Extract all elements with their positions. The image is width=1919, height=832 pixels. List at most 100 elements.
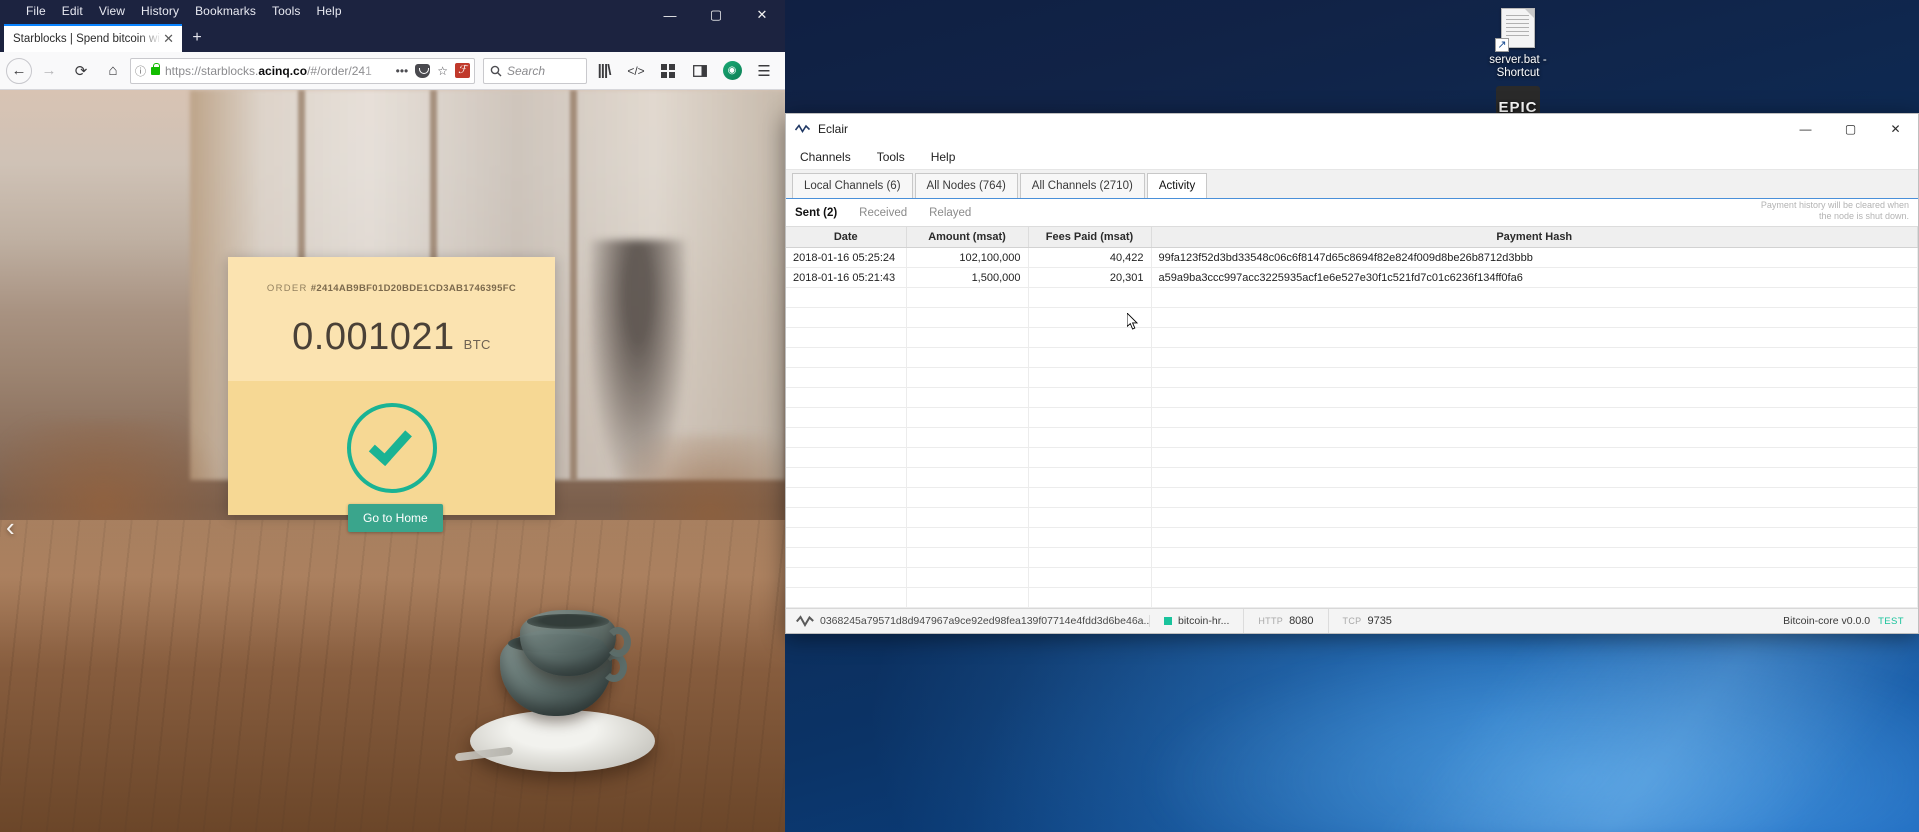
extension-icon[interactable]: ℱ [455, 63, 470, 78]
menu-view[interactable]: View [99, 4, 125, 18]
tab-all-channels[interactable]: All Channels (2710) [1019, 173, 1145, 198]
close-icon[interactable]: ✕ [161, 31, 176, 47]
menu-history[interactable]: History [141, 4, 179, 18]
notice-line-2: the node is shut down. [1818, 211, 1909, 221]
eclair-menu-help[interactable]: Help [931, 150, 956, 164]
eclair-node-icon [796, 615, 814, 627]
status-chain-label: bitcoin-hr... [1178, 615, 1230, 627]
reload-button[interactable]: ⟳ [66, 57, 96, 85]
status-version-group: Bitcoin-core v0.0.0 TEST [1783, 615, 1908, 627]
amount-unit: BTC [463, 337, 491, 352]
desktop-icon-server-bat-shortcut[interactable]: ↗ server.bat - Shortcut [1472, 8, 1564, 80]
go-to-home-button[interactable]: Go to Home [348, 504, 443, 532]
payments-table-wrapper[interactable]: Date Amount (msat) Fees Paid (msat) Paym… [786, 226, 1918, 608]
url-text: https://starblocks.acinq.co/#/order/241 [165, 63, 372, 78]
table-row-empty: . [786, 467, 1918, 488]
table-row-empty: . [786, 287, 1918, 308]
column-header-amount[interactable]: Amount (msat) [906, 226, 1029, 248]
cell-payment-hash: 99fa123f52d3bd33548c06c6f8147d65c8694f82… [1151, 247, 1918, 268]
amount-row: 0.001021 BTC [228, 316, 555, 359]
status-chain: bitcoin-hr... [1150, 608, 1245, 633]
subtab-relayed[interactable]: Relayed [929, 207, 971, 219]
browser-tab-title: Starblocks | Spend bitcoin with LN c [13, 33, 161, 45]
library-icon[interactable]: |||\ [589, 57, 619, 85]
menu-help[interactable]: Help [317, 4, 342, 18]
menu-file[interactable]: File [26, 4, 46, 18]
new-tab-button[interactable]: + [182, 24, 212, 52]
menu-edit[interactable]: Edit [62, 4, 83, 18]
url-bar[interactable]: ⓘ https://starblocks.acinq.co/#/order/24… [130, 57, 475, 84]
eclair-activity-panel: Sent (2) Received Relayed Payment histor… [786, 198, 1918, 633]
app-menu-button[interactable]: ☰ [749, 57, 779, 85]
status-http-port: HTTP 8080 [1244, 608, 1329, 633]
tcp-port-value: 9735 [1367, 615, 1392, 627]
eclair-close-button[interactable]: ✕ [1873, 114, 1918, 144]
page-actions-icon[interactable]: ••• [394, 64, 411, 78]
sidebar-icon[interactable] [685, 57, 715, 85]
column-header-fees[interactable]: Fees Paid (msat) [1028, 226, 1152, 248]
web-page-content: ‹ ORDER #2414AB9BF01D20BDE1CD3AB1746395F… [0, 90, 785, 832]
window-mullion [570, 90, 577, 480]
forward-button[interactable]: → [34, 57, 64, 85]
eclair-maximize-button[interactable]: ▢ [1828, 114, 1873, 144]
status-node-id[interactable]: 0368245a79571d8d947967a9ce92ed98fea139f0… [820, 615, 1150, 627]
desktop-icon-label: server.bat - Shortcut [1489, 54, 1547, 79]
search-icon [490, 65, 502, 76]
table-row[interactable]: 2018-01-16 05:25:24 102,100,000 40,422 9… [786, 247, 1918, 268]
eclair-statusbar: 0368245a79571d8d947967a9ce92ed98fea139f0… [786, 608, 1918, 633]
eclair-menu-channels[interactable]: Channels [800, 150, 851, 164]
bookmark-star-icon[interactable]: ☆ [435, 64, 450, 78]
table-row-empty: . [786, 527, 1918, 548]
browser-tab-starblocks[interactable]: Starblocks | Spend bitcoin with LN c ✕ [4, 24, 182, 52]
subtab-received[interactable]: Received [859, 207, 907, 219]
search-placeholder: Search [507, 63, 546, 78]
menu-bookmarks[interactable]: Bookmarks [195, 4, 256, 18]
table-row-empty: . [786, 567, 1918, 588]
column-header-payment-hash[interactable]: Payment Hash [1151, 226, 1918, 248]
shortcut-arrow-icon: ↗ [1495, 38, 1509, 52]
cell-fees: 40,422 [1028, 247, 1152, 268]
eclair-menubar: Channels Tools Help [786, 144, 1918, 170]
column-header-date[interactable]: Date [786, 226, 907, 248]
order-confirmation-card: ORDER #2414AB9BF01D20BDE1CD3AB1746395FC … [228, 257, 555, 515]
eclair-minimize-button[interactable]: — [1783, 114, 1828, 144]
table-row-empty: . [786, 587, 1918, 608]
tab-activity[interactable]: Activity [1146, 173, 1208, 198]
tcp-label: TCP [1342, 616, 1362, 626]
eclair-menu-tools[interactable]: Tools [877, 150, 905, 164]
table-row-empty: . [786, 447, 1918, 468]
eclair-titlebar[interactable]: Eclair — ▢ ✕ [786, 114, 1918, 144]
cell-amount: 102,100,000 [906, 247, 1029, 268]
menu-tools[interactable]: Tools [272, 4, 301, 18]
saucer-front [470, 710, 655, 772]
browser-navbar: ← → ⟳ ⌂ ⓘ https://starblocks.acinq.co/#/… [0, 52, 785, 90]
back-button[interactable]: ← [6, 57, 32, 84]
cell-fees: 20,301 [1028, 267, 1152, 288]
order-label: ORDER [266, 283, 308, 294]
status-tcp-port: TCP 9735 [1329, 609, 1406, 634]
pocket-icon[interactable] [415, 63, 431, 78]
tab-all-nodes[interactable]: All Nodes (764) [914, 173, 1018, 198]
table-row-empty: . [786, 547, 1918, 568]
tab-local-channels[interactable]: Local Channels (6) [792, 173, 913, 198]
identity-icon[interactable]: ⓘ [135, 63, 146, 79]
firefox-browser-window: File Edit View History Bookmarks Tools H… [0, 0, 785, 832]
search-bar[interactable]: Search [483, 57, 587, 84]
desktop-light-ray [1331, 600, 1919, 832]
grid-icon[interactable] [653, 57, 683, 85]
subtab-sent[interactable]: Sent (2) [795, 207, 837, 219]
activity-subtabs: Sent (2) Received Relayed Payment histor… [786, 199, 1918, 226]
table-row[interactable]: 2018-01-16 05:21:43 1,500,000 20,301 a59… [786, 267, 1918, 288]
order-card-bottom [228, 381, 555, 515]
cell-date: 2018-01-16 05:25:24 [786, 247, 907, 268]
amount-value: 0.001021 [292, 316, 455, 358]
carousel-prev-arrow[interactable]: ‹ [6, 514, 15, 540]
home-button[interactable]: ⌂ [98, 57, 128, 85]
http-label: HTTP [1258, 616, 1284, 626]
devtools-icon[interactable]: </> [621, 57, 651, 85]
account-avatar[interactable]: ◉ [717, 57, 747, 85]
eclair-tabbar: Local Channels (6) All Nodes (764) All C… [786, 170, 1918, 198]
eclair-window-title: Eclair [818, 122, 849, 136]
table-row-empty: . [786, 407, 1918, 428]
bat-file-icon: ↗ [1495, 8, 1539, 52]
